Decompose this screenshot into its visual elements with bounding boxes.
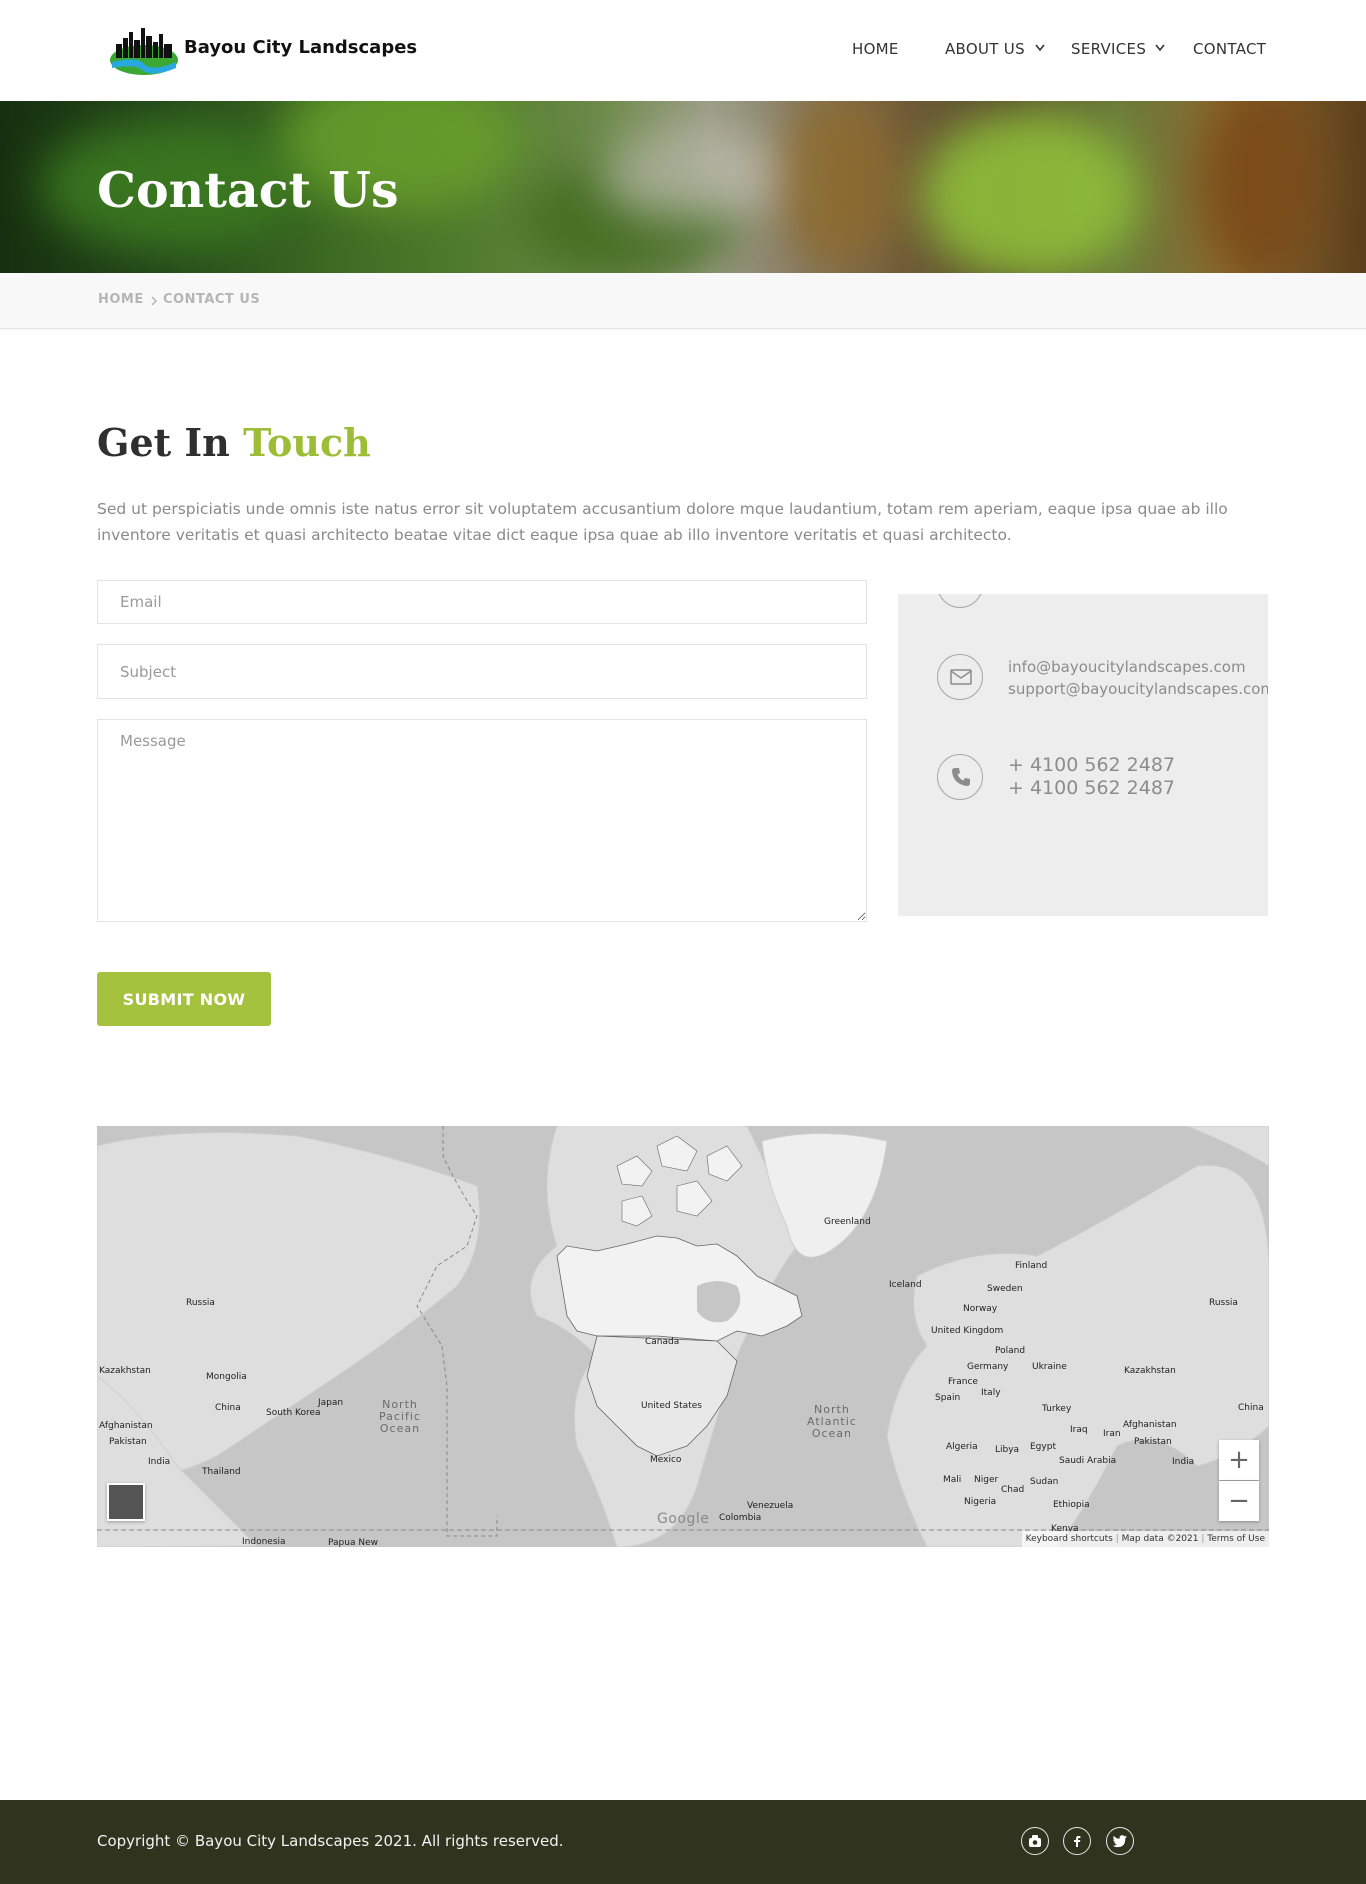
- map-label: India: [1172, 1457, 1195, 1467]
- map-label: Pakistan: [1134, 1437, 1172, 1447]
- contact-phone-primary[interactable]: + 4100 562 2487: [1008, 754, 1175, 776]
- map-label: Finland: [1015, 1261, 1048, 1271]
- section-title: Get In Touch: [97, 420, 371, 465]
- page-title: Contact Us: [97, 161, 399, 219]
- map-label: South Korea: [266, 1408, 321, 1418]
- map-label: Italy: [981, 1388, 1001, 1398]
- map-label: Japan: [318, 1398, 344, 1408]
- map-label: Russia: [186, 1298, 215, 1308]
- twitter-icon[interactable]: [1106, 1827, 1134, 1855]
- map-label: Chad: [1001, 1485, 1025, 1495]
- intro-text: Sed ut perspiciatis unde omnis iste natu…: [97, 500, 1228, 544]
- section-title-part2: Touch: [243, 420, 371, 465]
- ocean-label-text: North Atlantic Ocean: [807, 1403, 857, 1440]
- terms-of-use-link[interactable]: Terms of Use: [1207, 1534, 1265, 1544]
- nav-home[interactable]: HOME: [852, 40, 899, 58]
- nav-contact[interactable]: CONTACT: [1193, 40, 1266, 58]
- map-label: Papua New: [328, 1538, 378, 1547]
- map-label: Turkey: [1042, 1404, 1072, 1414]
- map-label: Sweden: [987, 1284, 1023, 1294]
- map-label: Egypt: [1030, 1442, 1056, 1452]
- section-title-part1: Get In: [97, 420, 230, 465]
- map-label: Mongolia: [206, 1372, 247, 1382]
- map-label: Kazakhstan: [99, 1366, 151, 1376]
- phone-icon: [937, 754, 983, 800]
- chevron-right-icon: [151, 296, 157, 306]
- copyright-text: Copyright © Bayou City Landscapes 2021. …: [97, 1832, 564, 1850]
- contact-email-primary[interactable]: info@bayoucitylandscapes.com: [1008, 658, 1246, 676]
- map-label: Thailand: [202, 1467, 241, 1477]
- map-attribution: Keyboard shortcuts | Map data ©2021 | Te…: [1021, 1531, 1269, 1547]
- map-label: Algeria: [946, 1442, 978, 1452]
- map-label: Saudi Arabia: [1059, 1456, 1117, 1466]
- zoom-out-button[interactable]: −: [1219, 1481, 1259, 1521]
- map-label: China: [1238, 1403, 1264, 1413]
- brand-name[interactable]: Bayou City Landscapes: [184, 37, 417, 58]
- map-label: Libya: [995, 1445, 1020, 1455]
- map-label: Russia: [1209, 1298, 1238, 1308]
- map-label: Norway: [963, 1304, 998, 1314]
- contact-email-secondary[interactable]: support@bayoucitylandscapes.com: [1008, 680, 1268, 698]
- contact-phone-secondary[interactable]: + 4100 562 2487: [1008, 777, 1175, 799]
- contact-info-card: info@bayoucitylandscapes.com support@bay…: [898, 594, 1268, 916]
- map-label: France: [948, 1377, 978, 1387]
- map-label: Iraq: [1070, 1425, 1088, 1435]
- logo-icon[interactable]: [108, 26, 180, 76]
- map-label: Nigeria: [964, 1497, 997, 1507]
- hero-banner: Contact Us: [0, 101, 1366, 273]
- map-label: Sudan: [1030, 1477, 1059, 1487]
- map-label: Afghanistan: [1123, 1420, 1177, 1430]
- map-label: Canada: [645, 1337, 680, 1347]
- map-label: Afghanistan: [99, 1421, 153, 1431]
- map-label: Greenland: [824, 1217, 871, 1227]
- site-footer: Copyright © Bayou City Landscapes 2021. …: [0, 1800, 1366, 1884]
- ocean-label: North Pacific Ocean: [379, 1399, 421, 1435]
- chevron-down-icon[interactable]: [1154, 43, 1166, 53]
- map-label: Pakistan: [109, 1437, 147, 1447]
- map-label: Colombia: [719, 1513, 762, 1523]
- chevron-down-icon[interactable]: [1034, 43, 1046, 53]
- map-data-text: Map data ©2021: [1121, 1534, 1199, 1544]
- map-label: Iran: [1103, 1429, 1121, 1439]
- nav-about-us[interactable]: ABOUT US: [945, 40, 1025, 58]
- map-layer-icon[interactable]: [107, 1483, 145, 1521]
- map-label: China: [215, 1403, 241, 1413]
- message-field[interactable]: [97, 719, 867, 922]
- submit-button[interactable]: SUBMIT NOW: [97, 972, 271, 1026]
- breadcrumb-home[interactable]: HOME: [98, 292, 144, 307]
- map-label: Mexico: [650, 1455, 682, 1465]
- map-label: India: [148, 1457, 171, 1467]
- ocean-label-text: North Pacific Ocean: [379, 1398, 421, 1435]
- map-label: Kazakhstan: [1124, 1366, 1176, 1376]
- facebook-icon[interactable]: [1063, 1827, 1091, 1855]
- map-label: Ukraine: [1032, 1362, 1067, 1372]
- map-label: Ethiopia: [1053, 1500, 1090, 1510]
- subject-field[interactable]: [97, 644, 867, 699]
- site-header: Bayou City Landscapes HOME ABOUT US SERV…: [0, 0, 1366, 101]
- nav-services[interactable]: SERVICES: [1071, 40, 1146, 58]
- breadcrumb-current: CONTACT US: [163, 292, 261, 307]
- map-land: [97, 1126, 1269, 1547]
- map-label: Venezuela: [747, 1501, 794, 1511]
- map-label: United States: [641, 1401, 702, 1411]
- map-label: Spain: [935, 1393, 961, 1403]
- map-label: Poland: [995, 1346, 1026, 1356]
- zoom-in-button[interactable]: +: [1219, 1440, 1259, 1480]
- ocean-label: North Atlantic Ocean: [807, 1404, 857, 1440]
- instagram-icon[interactable]: [1021, 1827, 1049, 1855]
- map-label: Indonesia: [242, 1537, 286, 1547]
- envelope-icon: [937, 654, 983, 700]
- location-icon: [937, 594, 983, 608]
- map-label: Niger: [974, 1475, 999, 1485]
- map-label: Germany: [967, 1362, 1009, 1372]
- map-label: Mali: [943, 1475, 962, 1485]
- keyboard-shortcuts-link[interactable]: Keyboard shortcuts: [1026, 1534, 1113, 1544]
- email-field[interactable]: [97, 580, 867, 624]
- google-logo: Google: [657, 1511, 710, 1527]
- map-label: United Kingdom: [931, 1326, 1004, 1336]
- map-widget[interactable]: Greenland Iceland Finland Sweden Norway …: [97, 1126, 1269, 1547]
- map-label: Iceland: [889, 1280, 922, 1290]
